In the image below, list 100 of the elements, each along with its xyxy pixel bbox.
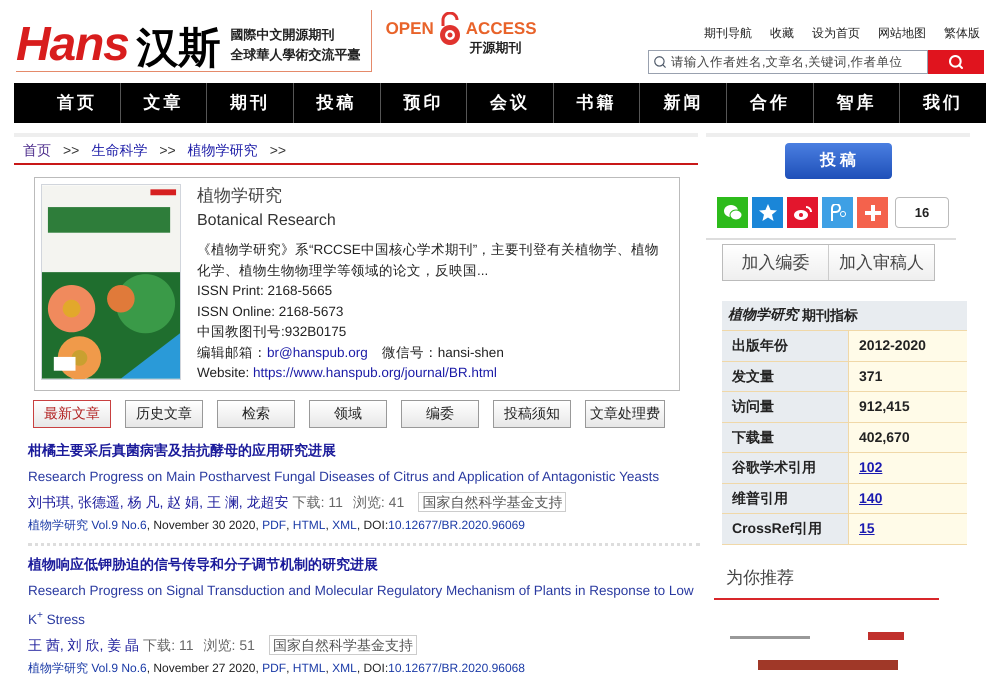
tagline: 全球華人學術交流平臺 (230, 46, 361, 64)
share-button[interactable] (857, 197, 888, 228)
metric-link[interactable]: 102 (859, 457, 882, 478)
email-label: 编辑邮箱： (197, 344, 267, 362)
breadcrumb-link[interactable]: 植物学研究 (188, 140, 258, 160)
fund-tag: 国家自然科学基金支持 (268, 634, 417, 654)
nav-item[interactable]: 期刊 (207, 83, 294, 123)
view-count: 浏览: 41 (352, 492, 404, 512)
tab[interactable]: 编委 (401, 400, 479, 428)
article-english-title[interactable]: Research Progress on Main Postharvest Fungal Diseases of Citrus and Application of Antagonistic Yeasts (28, 462, 700, 490)
meta-text: , (325, 516, 330, 534)
metric-value: 2012-2020 (859, 336, 926, 356)
wechat-id: 微信号：hansi-shen (382, 344, 504, 362)
meta-link[interactable]: PDF (262, 656, 286, 674)
nav-item[interactable]: 投稿 (294, 83, 381, 123)
open-lock-icon (438, 12, 462, 46)
authors-link[interactable]: 刘书琪, 张德遥, 杨 凡, 赵 娟, 王 澜, 龙超安 (28, 490, 289, 512)
metric-link[interactable]: 15 (859, 518, 875, 540)
tab[interactable]: 文章处理费 (585, 400, 665, 428)
website-link[interactable]: https://www.hanspub.org/journal/BR.html (253, 363, 497, 384)
tab[interactable]: 最新文章 (33, 400, 111, 428)
nav-item[interactable]: 会议 (467, 83, 554, 123)
join-button[interactable]: 加入审稿人 (829, 245, 934, 280)
email-link[interactable]: br@hanspub.org (267, 342, 368, 363)
share-button[interactable] (787, 197, 818, 228)
search-field[interactable]: 请输入作者姓名,文章名,关键词,作者单位 (648, 50, 928, 74)
metric-value: 912,415 (859, 397, 910, 416)
meta-text: , (286, 516, 290, 534)
top-link[interactable]: 繁体版 (944, 24, 980, 42)
nav-item[interactable]: 预印 (380, 83, 468, 123)
meta-link[interactable]: 植物学研究 (28, 512, 88, 536)
open-access-subtitle: 开源期刊 (470, 39, 523, 57)
plus-icon (864, 204, 882, 222)
metric-label: 发文量 (722, 362, 849, 391)
tab[interactable]: 历史文章 (125, 400, 203, 428)
issn-online: ISSN Online: 2168-5673 (197, 302, 344, 320)
meta-link[interactable]: Vol.9 No.6 (88, 656, 147, 674)
article-title[interactable]: 植物响应低钾胁迫的信号传导和分子调节机制的研究进展 (28, 552, 700, 576)
open-access-label: OPEN (386, 18, 434, 40)
nav-item[interactable]: 我们 (900, 83, 986, 123)
nav-item[interactable]: 书籍 (554, 83, 640, 123)
authors-link[interactable]: 王 茜, 刘 欣, 姜 晶 (28, 634, 140, 656)
breadcrumb-separator: >> (63, 140, 80, 160)
download-count: 下载: 11 (292, 492, 343, 512)
metric-label: 维普引用 (722, 484, 849, 513)
meta-link[interactable]: 10.12677/BR.2020.96069 (388, 512, 525, 536)
search-icon (948, 54, 964, 70)
search-button[interactable] (928, 50, 984, 74)
breadcrumb-separator: >> (159, 140, 176, 160)
meta-link[interactable]: XML (332, 512, 357, 536)
fund-tag: 国家自然科学基金支持 (418, 492, 566, 512)
journal-description: 《植物学研究》系“RCCSE中国核心学术期刊”，主要刊登有关植物学、植物化学、植物生物物理学等领域的论文，反映国... (197, 241, 660, 280)
search-icon (653, 55, 667, 69)
meta-text: , (325, 660, 330, 674)
meta-text: , November 30 2020, (146, 516, 260, 534)
section-heading: 为你推荐 (726, 566, 795, 588)
top-link[interactable]: 设为首页 (812, 24, 860, 42)
chat-bubbles-icon (722, 204, 742, 222)
metric-link[interactable]: 140 (859, 488, 882, 509)
submit-button[interactable]: 投 稿 (784, 143, 892, 179)
tab[interactable]: 投稿须知 (493, 400, 571, 428)
metrics-title: 期刊指标 (800, 306, 858, 325)
metric-label: 出版年份 (722, 331, 849, 360)
meta-link[interactable]: Vol.9 No.6 (88, 512, 147, 536)
top-link[interactable]: 期刊导航 (704, 24, 752, 42)
meta-link[interactable]: XML (332, 656, 357, 674)
article-english-title[interactable]: Research Progress on Signal Transduction and Molecular Regulatory Mechanism of Plants in Response to Low K$^{+}$ Stress (28, 576, 700, 634)
eye-swirl-icon (792, 204, 812, 222)
share-count: 16 (895, 197, 949, 228)
metric-value: 402,670 (859, 428, 910, 447)
logo-wordmark[interactable]: Hans (16, 21, 129, 69)
article-title[interactable]: 柑橘主要采后真菌病害及拮抗酵母的应用研究进展 (28, 438, 700, 462)
share-button[interactable] (717, 197, 748, 228)
meta-link[interactable]: HTML (292, 512, 326, 536)
join-button[interactable]: 加入编委 (723, 245, 829, 280)
meta-link[interactable]: PDF (262, 512, 286, 536)
tab[interactable]: 检索 (217, 400, 295, 428)
nav-item[interactable]: 合作 (727, 83, 814, 123)
top-link[interactable]: 网站地图 (878, 24, 926, 42)
nav-item[interactable]: 文章 (120, 83, 208, 123)
metric-label: 谷歌学术引用 (722, 453, 849, 482)
nav-item[interactable]: 新闻 (640, 83, 728, 123)
share-button[interactable] (752, 197, 783, 228)
meta-link[interactable]: 10.12677/BR.2020.96068 (388, 656, 525, 674)
download-count: 下载: 11 (143, 636, 194, 654)
share-button[interactable] (822, 197, 853, 228)
top-link[interactable]: 收藏 (770, 24, 794, 42)
nav-item[interactable]: 智库 (814, 83, 900, 123)
issn-print: ISSN Print: 2168-5665 (197, 282, 334, 300)
star-icon (758, 202, 778, 222)
nav-item[interactable]: 首页 (34, 83, 121, 123)
tab[interactable]: 领域 (309, 400, 387, 428)
cn-number: 中国教图刊号:932B0175 (197, 323, 348, 341)
meta-link[interactable]: 植物学研究 (28, 656, 88, 674)
meta-text: , DOI: (356, 516, 388, 534)
logo-cjk[interactable]: 汉斯 (136, 27, 221, 69)
breadcrumb-link[interactable]: 生命科学 (91, 140, 148, 160)
meta-link[interactable]: HTML (292, 656, 326, 674)
breadcrumb-link[interactable]: 首页 (23, 140, 51, 160)
meta-text: , November 27 2020, (146, 660, 260, 674)
